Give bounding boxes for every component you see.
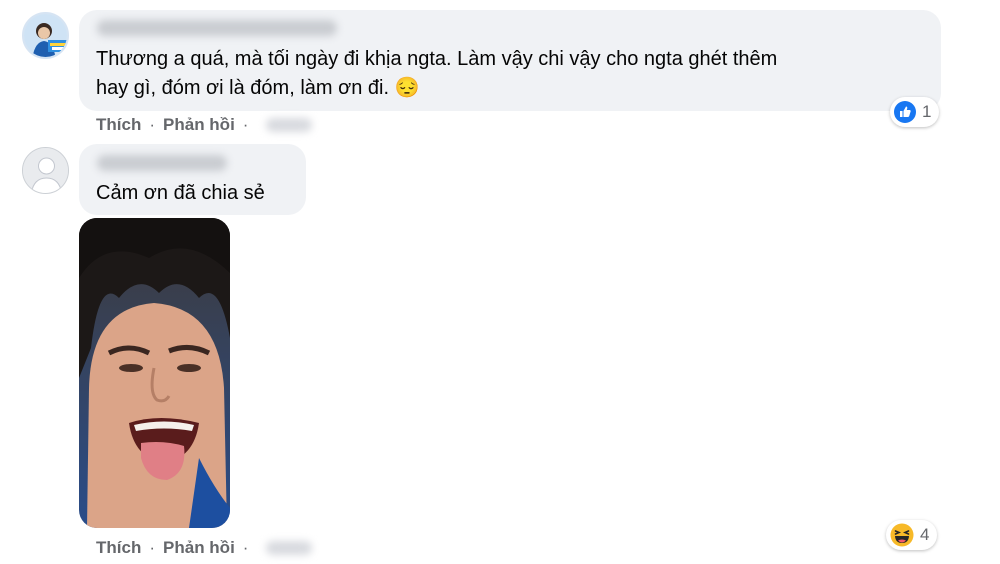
comment-1-reaction-count: 1: [922, 102, 932, 121]
comment-1-bubble: Thương a quá, mà tối ngày đi khịa ngta. …: [79, 10, 941, 111]
commenter-2-name-redacted[interactable]: [97, 155, 227, 171]
comment-1-text-line-1: Thương a quá, mà tối ngày đi khịa ngta. …: [96, 48, 778, 70]
like-icon: [894, 101, 916, 123]
comment-1-timestamp-redacted[interactable]: [266, 118, 313, 132]
comment-1-text-line-2: hay gì, đóm ơi là đóm, làm ơn đi. 😔: [96, 77, 420, 99]
comment-2-reply-button[interactable]: Phản hồi: [163, 538, 235, 558]
comment-1-reaction-summary[interactable]: 1: [890, 97, 940, 127]
commenter-1-name-redacted[interactable]: [97, 20, 337, 36]
action-separator: ·: [149, 538, 156, 557]
comment-2-reaction-count: 4: [920, 525, 930, 544]
comment-2-actions: Thích · Phản hồi ·: [96, 538, 313, 558]
comment-2-reaction-summary[interactable]: 4: [886, 520, 938, 550]
default-profile-icon: [23, 148, 68, 193]
comment-1-actions: Thích · Phản hồi ·: [96, 115, 313, 135]
comment-2-like-button[interactable]: Thích: [96, 538, 141, 558]
attached-photo: [79, 218, 230, 528]
action-separator: ·: [149, 115, 156, 134]
comment-2-photo-attachment[interactable]: [79, 218, 230, 528]
avatar-photo-1: [24, 14, 67, 57]
comment-2-timestamp-redacted[interactable]: [266, 541, 313, 555]
comment-1-like-button[interactable]: Thích: [96, 115, 141, 135]
action-separator: ·: [242, 115, 249, 134]
laugh-icon: [890, 523, 914, 547]
comment-1-reply-button[interactable]: Phản hồi: [163, 115, 235, 135]
commenter-1-avatar[interactable]: [22, 12, 69, 59]
comment-2-bubble: Cảm ơn đã chia sẻ: [79, 144, 306, 215]
commenter-2-avatar[interactable]: [22, 147, 69, 194]
comment-2-text: Cảm ơn đã chia sẻ: [96, 182, 265, 204]
action-separator: ·: [242, 538, 249, 557]
